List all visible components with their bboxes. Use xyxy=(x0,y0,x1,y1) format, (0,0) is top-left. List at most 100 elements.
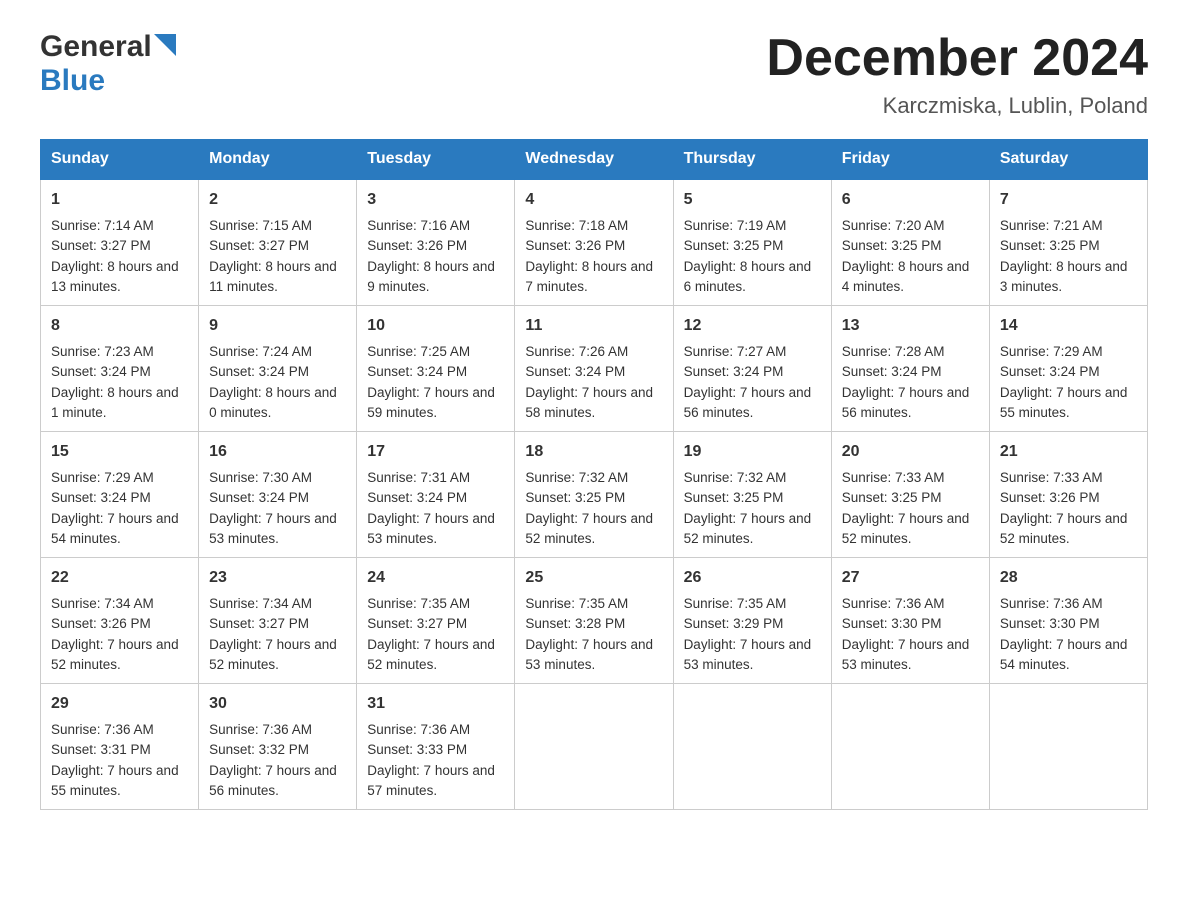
sunset-text: Sunset: 3:24 PM xyxy=(367,490,467,505)
sunset-text: Sunset: 3:24 PM xyxy=(51,364,151,379)
sunset-text: Sunset: 3:24 PM xyxy=(1000,364,1100,379)
daylight-text: Daylight: 7 hours and 56 minutes. xyxy=(842,385,970,420)
daylight-text: Daylight: 8 hours and 1 minute. xyxy=(51,385,179,420)
daylight-text: Daylight: 7 hours and 56 minutes. xyxy=(684,385,812,420)
sunset-text: Sunset: 3:25 PM xyxy=(684,238,784,253)
daylight-text: Daylight: 7 hours and 59 minutes. xyxy=(367,385,495,420)
calendar-cell: 16 Sunrise: 7:30 AM Sunset: 3:24 PM Dayligh… xyxy=(199,432,357,558)
sunrise-text: Sunrise: 7:15 AM xyxy=(209,218,312,233)
sunset-text: Sunset: 3:24 PM xyxy=(525,364,625,379)
sunset-text: Sunset: 3:25 PM xyxy=(684,490,784,505)
daylight-text: Daylight: 7 hours and 52 minutes. xyxy=(842,511,970,546)
calendar-cell xyxy=(989,684,1147,810)
sunset-text: Sunset: 3:32 PM xyxy=(209,742,309,757)
sunrise-text: Sunrise: 7:14 AM xyxy=(51,218,154,233)
calendar-cell: 13Sunrise: 7:28 AMSunset: 3:24 PMDayligh… xyxy=(831,306,989,432)
daylight-text: Daylight: 7 hours and 52 minutes. xyxy=(209,637,337,672)
calendar-subtitle: Karczmiska, Lublin, Poland xyxy=(766,93,1148,119)
calendar-cell: 17Sunrise: 7:31 AMSunset: 3:24 PMDayligh… xyxy=(357,432,515,558)
sunrise-text: Sunrise: 7:34 AM xyxy=(209,596,312,611)
day-number: 31 xyxy=(367,692,504,716)
sunset-text: Sunset: 3:26 PM xyxy=(525,238,625,253)
daylight-text: Daylight: 8 hours and 4 minutes. xyxy=(842,259,970,294)
daylight-text: Daylight: 7 hours and 57 minutes. xyxy=(367,763,495,798)
sunrise-text: Sunrise: 7:36 AM xyxy=(1000,596,1103,611)
day-header-sunday: Sunday xyxy=(41,140,199,180)
calendar-cell: 7Sunrise: 7:21 AMSunset: 3:25 PMDaylight… xyxy=(989,179,1147,306)
calendar-week-1: 1Sunrise: 7:14 AMSunset: 3:27 PMDaylight… xyxy=(41,179,1148,306)
sunset-text: Sunset: 3:24 PM xyxy=(209,490,309,505)
daylight-text: Daylight: 7 hours and 53 minutes. xyxy=(684,637,812,672)
day-number: 16 xyxy=(209,440,346,464)
days-header-row: SundayMondayTuesdayWednesdayThursdayFrid… xyxy=(41,140,1148,180)
calendar-cell: 2Sunrise: 7:15 AMSunset: 3:27 PMDaylight… xyxy=(199,179,357,306)
daylight-text: Daylight: 7 hours and 53 minutes. xyxy=(842,637,970,672)
calendar-cell xyxy=(515,684,673,810)
logo-blue-text: Blue xyxy=(40,64,105,97)
sunrise-text: Sunrise: 7:29 AM xyxy=(1000,344,1103,359)
sunrise-text: Sunrise: 7:35 AM xyxy=(525,596,628,611)
sunrise-text: Sunrise: 7:21 AM xyxy=(1000,218,1103,233)
day-number: 22 xyxy=(51,566,188,590)
calendar-cell: 21Sunrise: 7:33 AMSunset: 3:26 PMDayligh… xyxy=(989,432,1147,558)
calendar-cell: 20Sunrise: 7:33 AMSunset: 3:25 PMDayligh… xyxy=(831,432,989,558)
calendar-cell: 22Sunrise: 7:34 AMSunset: 3:26 PMDayligh… xyxy=(41,558,199,684)
daylight-text: Daylight: 7 hours and 56 minutes. xyxy=(209,763,337,798)
sunrise-text: Sunrise: 7:31 AM xyxy=(367,470,470,485)
daylight-text: Daylight: 7 hours and 53 minutes. xyxy=(209,511,337,546)
sunrise-text: Sunrise: 7:25 AM xyxy=(367,344,470,359)
sunrise-text: Sunrise: 7:33 AM xyxy=(842,470,945,485)
logo: General Blue xyxy=(40,30,176,98)
daylight-text: Daylight: 8 hours and 9 minutes. xyxy=(367,259,495,294)
sunset-text: Sunset: 3:26 PM xyxy=(51,616,151,631)
daylight-text: Daylight: 7 hours and 53 minutes. xyxy=(367,511,495,546)
calendar-title: December 2024 xyxy=(766,30,1148,87)
day-number: 8 xyxy=(51,314,188,338)
sunrise-text: Sunrise: 7:24 AM xyxy=(209,344,312,359)
day-header-friday: Friday xyxy=(831,140,989,180)
day-header-wednesday: Wednesday xyxy=(515,140,673,180)
calendar-cell: 12Sunrise: 7:27 AMSunset: 3:24 PMDayligh… xyxy=(673,306,831,432)
day-header-monday: Monday xyxy=(199,140,357,180)
day-number: 11 xyxy=(525,314,662,338)
calendar-week-3: 15 Sunrise: 7:29 AM Sunset: 3:24 PM Dayligh… xyxy=(41,432,1148,558)
day-number: 4 xyxy=(525,188,662,212)
sunrise-text: Sunrise: 7:33 AM xyxy=(1000,470,1103,485)
daylight-text: Daylight: 7 hours and 54 minutes. xyxy=(51,511,179,546)
sunset-text: Sunset: 3:30 PM xyxy=(1000,616,1100,631)
sunset-text: Sunset: 3:30 PM xyxy=(842,616,942,631)
day-number: 15 xyxy=(51,440,188,464)
calendar-cell: 6Sunrise: 7:20 AMSunset: 3:25 PMDaylight… xyxy=(831,179,989,306)
sunrise-text: Sunrise: 7:36 AM xyxy=(367,722,470,737)
page-header: General Blue December 2024 Karczmiska, L… xyxy=(40,30,1148,119)
calendar-title-block: December 2024 Karczmiska, Lublin, Poland xyxy=(766,30,1148,119)
day-number: 30 xyxy=(209,692,346,716)
calendar-cell: 23Sunrise: 7:34 AMSunset: 3:27 PMDayligh… xyxy=(199,558,357,684)
calendar-week-4: 22 Sunrise: 7:34 AM Sunset: 3:26 PM Dayligh… xyxy=(41,558,1148,684)
sunset-text: Sunset: 3:24 PM xyxy=(842,364,942,379)
sunrise-text: Sunrise: 7:16 AM xyxy=(367,218,470,233)
calendar-cell: 8Sunrise: 7:23 AMSunset: 3:24 PMDaylight… xyxy=(41,306,199,432)
daylight-text: Daylight: 7 hours and 55 minutes. xyxy=(51,763,179,798)
sunset-text: Sunset: 3:24 PM xyxy=(684,364,784,379)
day-number: 27 xyxy=(842,566,979,590)
calendar-cell: 15Sunrise: 7:29 AMSunset: 3:24 PMDayligh… xyxy=(41,432,199,558)
sunrise-text: Sunrise: 7:29 AM xyxy=(51,470,154,485)
sunset-text: Sunset: 3:33 PM xyxy=(367,742,467,757)
calendar-cell xyxy=(831,684,989,810)
day-header-saturday: Saturday xyxy=(989,140,1147,180)
day-number: 1 xyxy=(51,188,188,212)
day-number: 19 xyxy=(684,440,821,464)
day-number: 25 xyxy=(525,566,662,590)
sunset-text: Sunset: 3:28 PM xyxy=(525,616,625,631)
day-number: 13 xyxy=(842,314,979,338)
calendar-cell: 14Sunrise: 7:29 AMSunset: 3:24 PMDayligh… xyxy=(989,306,1147,432)
day-number: 10 xyxy=(367,314,504,338)
daylight-text: Daylight: 7 hours and 52 minutes. xyxy=(684,511,812,546)
daylight-text: Daylight: 8 hours and 6 minutes. xyxy=(684,259,812,294)
daylight-text: Daylight: 8 hours and 0 minutes. xyxy=(209,385,337,420)
day-number: 18 xyxy=(525,440,662,464)
sunrise-text: Sunrise: 7:35 AM xyxy=(367,596,470,611)
sunrise-text: Sunrise: 7:30 AM xyxy=(209,470,312,485)
sunrise-text: Sunrise: 7:32 AM xyxy=(684,470,787,485)
